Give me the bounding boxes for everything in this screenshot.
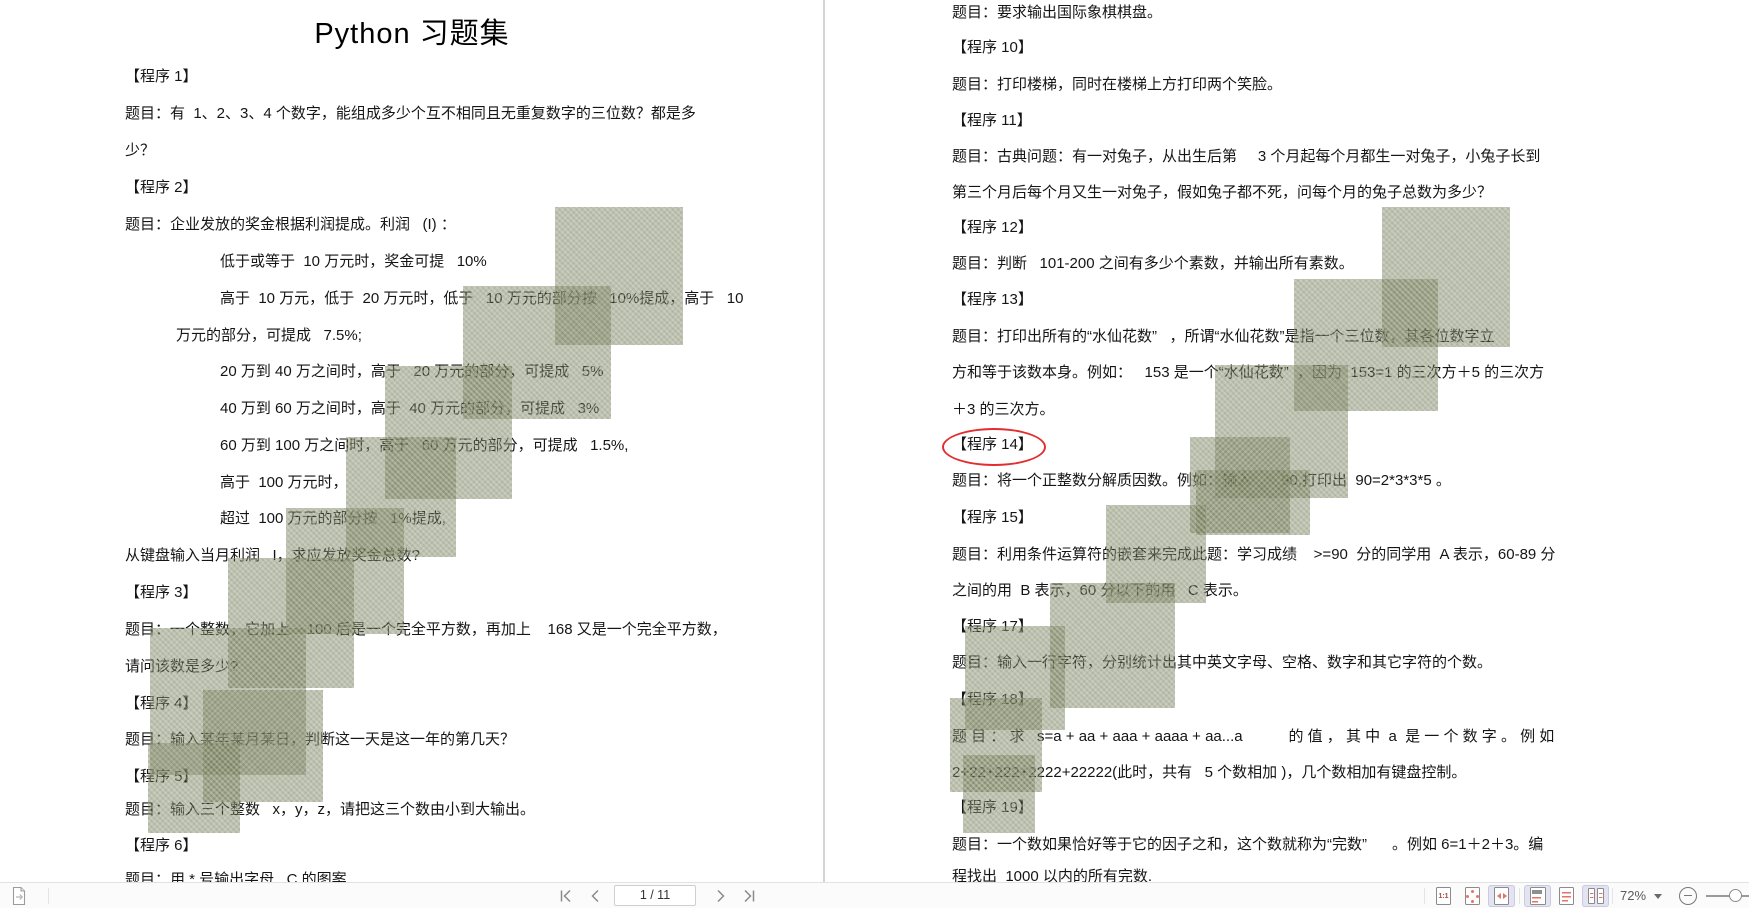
goto-page-button[interactable]: [6, 885, 32, 907]
text-line: 【程序 11】: [952, 110, 1032, 132]
bottom-toolbar: 1 / 11 1:1: [0, 882, 1749, 908]
chevron-right-icon: [715, 889, 727, 903]
fit-page-button[interactable]: [1459, 885, 1486, 907]
text-line: 40 万到 60 万之间时，高于 40 万元的部分，可提成 3%: [220, 398, 599, 420]
text-line: 第三个月后每个月又生一对兔子，假如兔子都不死，问每个月的兔子总数为多少？: [952, 182, 1492, 204]
highlight-ellipse-annotation: [942, 428, 1046, 466]
continuous-view-button[interactable]: [1524, 885, 1551, 907]
text-line: 【程序 12】: [952, 217, 1033, 239]
text-line: 题目：将一个正整数分解质因数。例如：输入 90,打印出 90=2*3*3*5 。: [952, 470, 1451, 492]
zoom-slider-knob[interactable]: [1729, 889, 1742, 902]
text-line: 题目：输入某年某月某日，判断这一天是这一年的第几天？: [125, 729, 515, 751]
text-line: 【程序 5】: [125, 766, 198, 788]
zoom-level-dropdown[interactable]: 72%: [1620, 888, 1646, 903]
text-line: 【程序 3】: [125, 582, 198, 604]
fit-width-icon: [1494, 887, 1509, 905]
chevron-down-icon[interactable]: [1654, 894, 1662, 899]
text-line: 之间的用 B 表示，60 分以下的用 C 表示。: [952, 580, 1248, 602]
zoom-slider-track[interactable]: [1706, 895, 1749, 897]
first-page-button[interactable]: [552, 885, 578, 907]
page-number-input[interactable]: 1 / 11: [614, 885, 696, 906]
last-page-button[interactable]: [736, 885, 762, 907]
text-line: 题目：判断 101-200 之间有多少个素数，并输出所有素数。: [952, 253, 1354, 275]
chevron-left-icon: [589, 889, 601, 903]
text-line: 题目：企业发放的奖金根据利润提成。利润 (I) ：: [125, 214, 456, 236]
text-line: 题目：古典问题：有一对兔子，从出生后第 3 个月起每个月都生一对兔子，小兔子长到: [952, 146, 1540, 168]
watermark-square: [385, 366, 512, 499]
toolbar-separator: [1519, 888, 1520, 904]
toolbar-separator: [48, 888, 49, 904]
actual-size-icon: 1:1: [1436, 887, 1451, 905]
text-line: 题目：一个整数，它加上 100 后是一个完全平方数，再加上 168 又是一个完全…: [125, 619, 727, 641]
first-page-icon: [558, 889, 573, 903]
page-forward-icon: [9, 886, 29, 906]
text-line: 【程序 1】: [125, 66, 198, 88]
text-line: 题目：利用条件运算符的嵌套来完成此题：学习成绩 >=90 分的同学用 A 表示，…: [952, 544, 1555, 566]
two-page-view-icon: [1588, 888, 1604, 904]
pdf-viewer-window: Python 习题集 【程序 1】题目：有 1、2、3、4 个数字，能组成多少个…: [0, 0, 1749, 908]
text-line: 高于 10 万元，低于 20 万元时，低于 10 万元的部分按 10%提成，高于…: [220, 288, 743, 310]
text-line: 【程序 4】: [125, 693, 198, 715]
text-line: 题目：一个数如果恰好等于它的因子之和，这个数就称为“完数” 。例如 6=1＋2＋…: [952, 834, 1543, 856]
text-line: 超过 100 万元的部分按 1%提成,: [220, 508, 446, 530]
text-line: 【程序 2】: [125, 177, 198, 199]
actual-size-label: 1:1: [1438, 893, 1448, 900]
watermark-square: [965, 626, 1065, 730]
single-page-view-button[interactable]: [1553, 885, 1580, 907]
continuous-view-icon: [1530, 887, 1546, 905]
fit-width-button[interactable]: [1488, 885, 1515, 907]
fit-page-icon: [1465, 887, 1480, 905]
last-page-icon: [742, 889, 757, 903]
text-line: 题目：输入一行字符，分别统计出其中英文字母、空格、数字和其它字符的个数。: [952, 652, 1492, 674]
text-line: 【程序 15】: [952, 507, 1033, 529]
text-line: 【程序 19】: [952, 797, 1033, 819]
text-line: 2+22+222+2222+22222(此时，共有 5 个数相加 )，几个数相加…: [952, 762, 1466, 784]
text-line: 题 目 ： 求 s=a + aa + aaa + aaaa + aa...a 的…: [952, 726, 1554, 748]
page-divider: [823, 0, 825, 882]
text-line: 高于 100 万元时，: [220, 472, 348, 494]
text-line: 【程序 13】: [952, 289, 1033, 311]
text-line: 低于或等于 10 万元时，奖金可提 10%: [220, 251, 487, 273]
text-line: 题目：要求输出国际象棋棋盘。: [952, 2, 1162, 24]
text-line: 【程序 18】: [952, 689, 1033, 711]
toolbar-separator: [1424, 888, 1425, 904]
document-canvas[interactable]: Python 习题集 【程序 1】题目：有 1、2、3、4 个数字，能组成多少个…: [0, 0, 1749, 882]
text-line: 方和等于该数本身。例如： 153 是一个“水仙花数” ，因为 153=1 的三次…: [952, 362, 1544, 384]
text-line: 【程序 10】: [952, 37, 1033, 59]
single-page-view-icon: [1559, 887, 1574, 905]
document-title: Python 习题集: [0, 10, 824, 52]
text-line: 题目：打印楼梯，同时在楼梯上方打印两个笑脸。: [952, 74, 1282, 96]
zoom-out-button[interactable]: [1679, 887, 1697, 905]
previous-page-button[interactable]: [582, 885, 608, 907]
watermark-square: [555, 207, 683, 345]
toolbar-separator: [1612, 888, 1613, 904]
next-page-button[interactable]: [708, 885, 734, 907]
text-line: 题目：输入三个整数 x，y，z，请把这三个数由小到大输出。: [125, 799, 535, 821]
text-line: 题目：有 1、2、3、4 个数字，能组成多少个互不相同且无重复数字的三位数？都是…: [125, 103, 696, 125]
text-line: 少？: [125, 140, 155, 162]
text-line: 20 万到 40 万之间时，高于 20 万元的部分，可提成 5%: [220, 361, 603, 383]
text-line: 万元的部分，可提成 7.5%;: [176, 325, 362, 347]
text-line: 【程序 17】: [952, 616, 1033, 638]
text-line: 题目：打印出所有的“水仙花数” ，所谓“水仙花数”是指一个三位数，其各位数字立: [952, 326, 1495, 348]
text-line: 【程序 6】: [125, 835, 198, 857]
text-line: ＋3 的三次方。: [952, 399, 1055, 421]
actual-size-button[interactable]: 1:1: [1430, 885, 1457, 907]
text-line: 从键盘输入当月利润 I，求应发放奖金总数?: [125, 545, 420, 567]
text-line: 请问该数是多少?: [125, 656, 238, 678]
text-line: 60 万到 100 万之间时，高于 60 万元的部分，可提成 1.5%,: [220, 435, 628, 457]
two-page-view-button[interactable]: [1582, 885, 1609, 907]
